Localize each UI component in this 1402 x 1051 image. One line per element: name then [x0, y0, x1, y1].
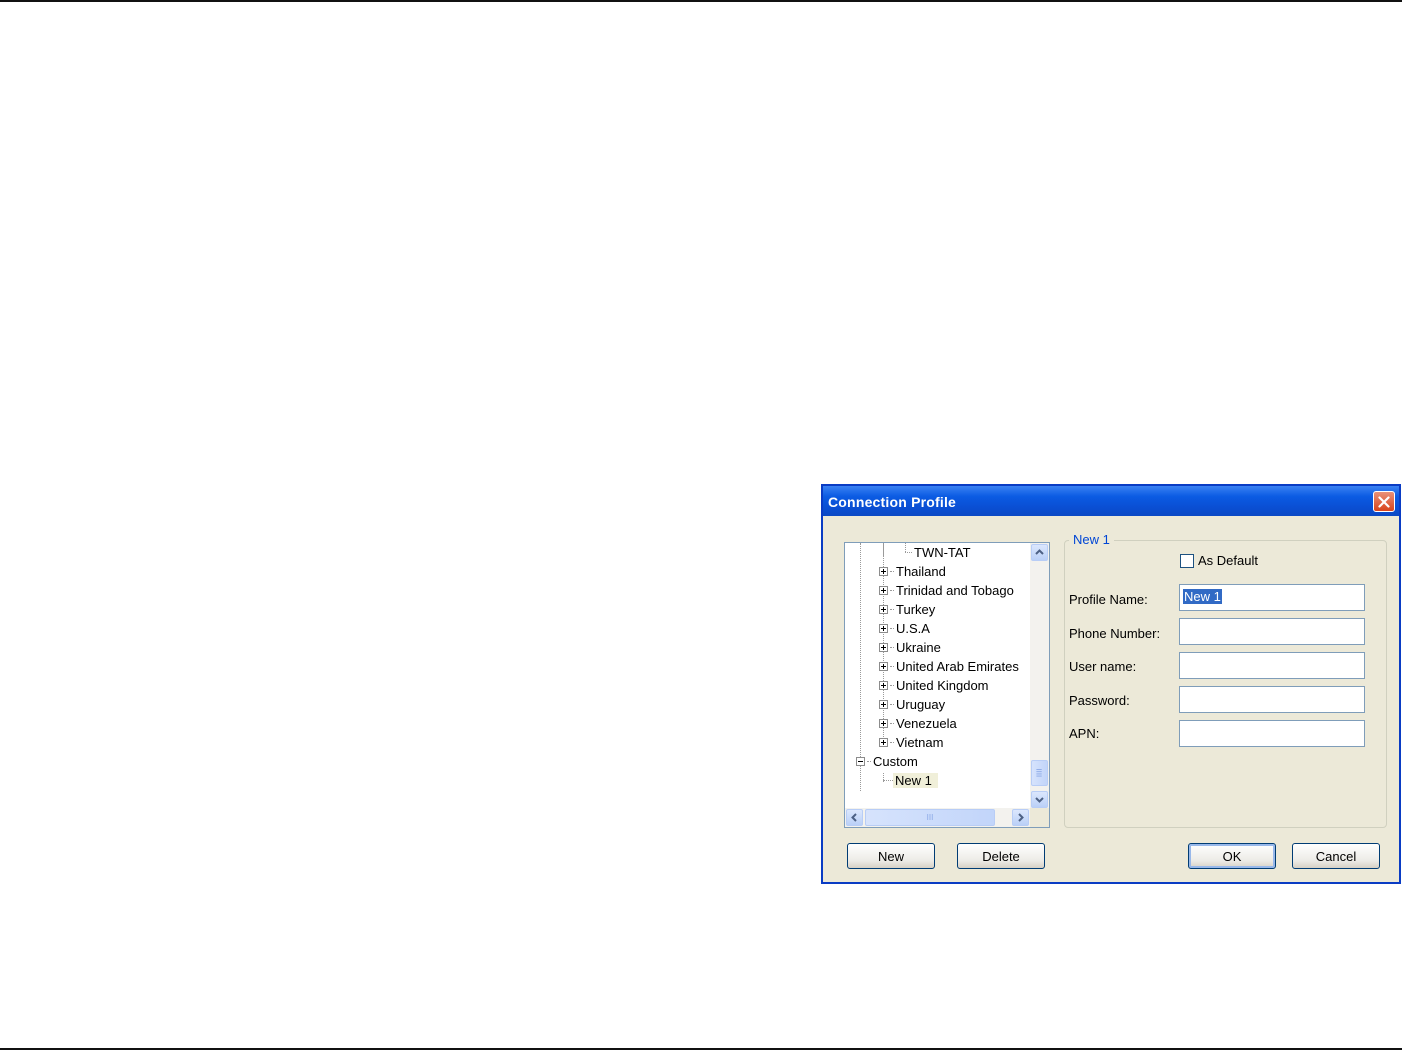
as-default-checkbox[interactable] — [1180, 553, 1194, 568]
tree-connector — [890, 646, 894, 648]
close-icon — [1378, 495, 1390, 508]
apn-input[interactable] — [1179, 720, 1365, 747]
apn-label: APN: — [1069, 726, 1100, 741]
cancel-button[interactable]: Cancel — [1292, 843, 1380, 869]
password-label: Password: — [1069, 693, 1130, 708]
expand-plus-icon[interactable] — [879, 718, 888, 728]
profile-name-input[interactable]: New 1 — [1179, 584, 1365, 611]
expand-plus-icon[interactable] — [879, 699, 888, 709]
tree-horizontal-scrollbar[interactable]: III — [845, 808, 1030, 827]
tree-node-label: Ukraine — [896, 639, 941, 655]
tree-node-label: Uruguay — [896, 696, 946, 712]
ok-button[interactable]: OK — [1188, 843, 1276, 869]
dialog-title: Connection Profile — [828, 494, 957, 510]
tree-node-label: U.S.A — [896, 620, 930, 636]
tree-node-label: Thailand — [896, 563, 946, 579]
scrollbar-corner — [1030, 808, 1049, 827]
expand-plus-icon[interactable] — [879, 642, 888, 652]
grip-glyph: III — [926, 813, 934, 822]
expand-plus-icon[interactable] — [879, 623, 888, 633]
new-button[interactable]: New — [847, 843, 935, 869]
expand-plus-icon[interactable] — [879, 585, 888, 595]
profile-tree[interactable]: TWN-TAT Thailand Trinidad and Tobago Tur… — [844, 542, 1050, 828]
expand-plus-icon[interactable] — [879, 604, 888, 614]
tree-connector — [890, 741, 894, 743]
tree-node-label: United Kingdom — [896, 677, 989, 693]
profile-name-value: New 1 — [1183, 589, 1222, 604]
connection-profile-dialog: Connection Profile TWN-TAT Thailand Trin… — [821, 484, 1401, 884]
title-bar[interactable]: Connection Profile — [823, 486, 1399, 516]
tree-node-label: Venezuela — [896, 715, 957, 731]
dialog-body: TWN-TAT Thailand Trinidad and Tobago Tur… — [823, 516, 1399, 882]
tree-connector — [890, 589, 894, 591]
profile-name-label: Profile Name: — [1069, 592, 1148, 607]
tree-node-label: New 1 — [893, 772, 938, 788]
tree-connector — [867, 760, 871, 762]
tree-node[interactable]: Trinidad and Tobago — [879, 581, 1014, 599]
chevron-down-icon — [1035, 797, 1044, 803]
tree-node[interactable]: Ukraine — [879, 638, 941, 656]
page-top-rule — [0, 0, 1402, 2]
chevron-left-icon — [851, 813, 857, 822]
scroll-right-button[interactable] — [1012, 809, 1029, 826]
tree-node-label: Trinidad and Tobago — [896, 582, 1014, 598]
tree-vertical-scrollbar[interactable] — [1030, 543, 1049, 809]
tree-node[interactable]: TWN-TAT — [905, 543, 971, 561]
tree-node[interactable]: U.S.A — [879, 619, 930, 637]
horizontal-scroll-thumb[interactable]: III — [865, 809, 995, 826]
tree-node[interactable]: Venezuela — [879, 714, 957, 732]
tree-node-label: Vietnam — [896, 734, 944, 750]
tree-node-selected[interactable]: New 1 — [883, 771, 938, 789]
tree-node[interactable]: United Arab Emirates — [879, 657, 1019, 675]
close-button[interactable] — [1373, 491, 1395, 512]
tree-connector — [890, 608, 894, 610]
expand-plus-icon[interactable] — [879, 680, 888, 690]
phone-number-input[interactable] — [1179, 618, 1365, 645]
chevron-right-icon — [1018, 813, 1024, 822]
tree-connector — [890, 665, 894, 667]
tree-guide-line — [905, 543, 906, 552]
tree-node-label: United Arab Emirates — [896, 658, 1019, 674]
scroll-left-button[interactable] — [846, 809, 863, 826]
user-name-label: User name: — [1069, 659, 1137, 674]
user-name-input[interactable] — [1179, 652, 1365, 679]
tree-node[interactable]: Custom — [856, 752, 918, 770]
scroll-down-button[interactable] — [1031, 791, 1048, 808]
scroll-up-button[interactable] — [1031, 544, 1048, 561]
as-default-label: As Default — [1198, 553, 1258, 568]
tree-connector — [905, 551, 912, 553]
page-bottom-rule — [0, 1048, 1402, 1050]
tree-connector — [890, 722, 894, 724]
collapse-minus-icon[interactable] — [856, 756, 865, 766]
chevron-up-icon — [1035, 549, 1044, 555]
tree-node-label: Turkey — [896, 601, 936, 617]
tree-connector — [883, 779, 893, 781]
tree-connector — [890, 684, 894, 686]
tree-node-label: Custom — [873, 753, 918, 769]
tree-node[interactable]: Thailand — [879, 562, 946, 580]
tree-node-label: TWN-TAT — [914, 544, 971, 560]
expand-plus-icon[interactable] — [879, 661, 888, 671]
tree-node[interactable]: Vietnam — [879, 733, 943, 751]
tree-connector — [890, 627, 894, 629]
tree-connector — [890, 570, 894, 572]
expand-plus-icon[interactable] — [879, 737, 888, 747]
as-default-option[interactable]: As Default — [1180, 553, 1258, 568]
tree-node[interactable]: Uruguay — [879, 695, 945, 713]
vertical-scroll-thumb[interactable] — [1031, 760, 1048, 786]
delete-button[interactable]: Delete — [957, 843, 1045, 869]
phone-number-label: Phone Number: — [1069, 626, 1161, 641]
tree-node[interactable]: United Kingdom — [879, 676, 989, 694]
tree-node[interactable]: Turkey — [879, 600, 935, 618]
password-input[interactable] — [1179, 686, 1365, 713]
group-legend: New 1 — [1069, 532, 1114, 547]
tree-connector — [890, 703, 894, 705]
expand-plus-icon[interactable] — [879, 566, 888, 576]
grip-icon — [1036, 769, 1042, 777]
